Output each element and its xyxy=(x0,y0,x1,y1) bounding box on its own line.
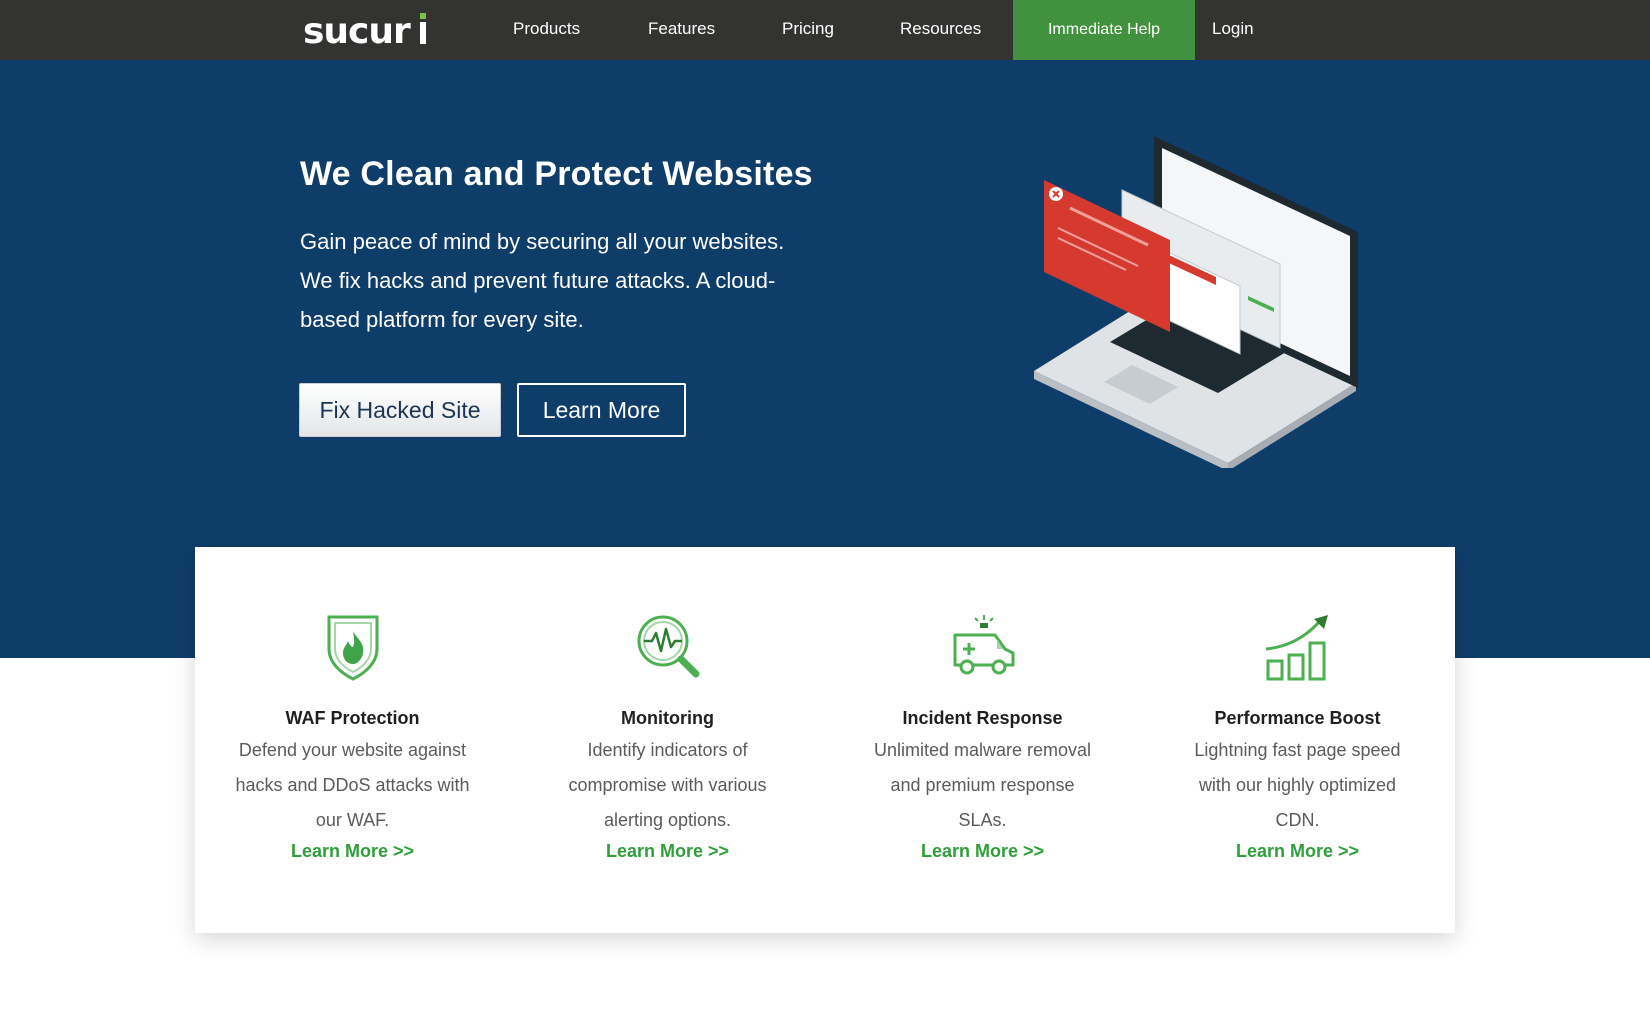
ambulance-icon xyxy=(953,615,1015,675)
feature-learn-more-link[interactable]: Learn More >> xyxy=(825,841,1140,862)
feature-learn-more-link[interactable]: Learn More >> xyxy=(1140,841,1455,862)
feature-title: Incident Response xyxy=(902,708,1063,728)
sucuri-logo[interactable]: sucur xyxy=(303,10,435,50)
laptop-illustration xyxy=(1034,136,1358,468)
features-card: WAF Protection Defend your website again… xyxy=(195,547,1455,933)
growth-chart-icon xyxy=(1265,615,1328,681)
feature-description: Lightning fast page speed with our highl… xyxy=(1194,740,1401,830)
feature-title: Performance Boost xyxy=(1214,708,1381,728)
magnifier-pulse-icon xyxy=(637,615,700,678)
feature-performance-boost: Performance Boost Lightning fast page sp… xyxy=(1140,547,1455,933)
feature-incident-response: Incident Response Unlimited malware remo… xyxy=(825,547,1140,933)
feature-monitoring: Monitoring Identify indicators of compro… xyxy=(510,547,825,933)
shield-fire-icon xyxy=(327,615,379,681)
top-navigation: sucur Products Features Pricing Resource… xyxy=(0,0,1650,61)
nav-login[interactable]: Login xyxy=(1212,0,1254,60)
nav-features[interactable]: Features xyxy=(648,0,715,60)
immediate-help-button[interactable]: Immediate Help xyxy=(1013,0,1195,61)
fix-hacked-site-button[interactable]: Fix Hacked Site xyxy=(299,383,501,437)
feature-learn-more-link[interactable]: Learn More >> xyxy=(195,841,510,862)
hero-description: Gain peace of mind by securing all your … xyxy=(300,229,785,332)
nav-products[interactable]: Products xyxy=(513,0,580,60)
feature-title: WAF Protection xyxy=(285,708,420,728)
nav-pricing[interactable]: Pricing xyxy=(782,0,834,60)
feature-waf-protection: WAF Protection Defend your website again… xyxy=(195,547,510,933)
learn-more-button[interactable]: Learn More xyxy=(517,383,686,437)
feature-description: Identify indicators of compromise with v… xyxy=(568,740,767,830)
feature-description: Unlimited malware removal and premium re… xyxy=(873,740,1092,830)
feature-learn-more-link[interactable]: Learn More >> xyxy=(510,841,825,862)
feature-title: Monitoring xyxy=(621,708,714,728)
hero-title: We Clean and Protect Websites xyxy=(300,155,813,193)
svg-text:sucur: sucur xyxy=(303,11,411,50)
feature-description: Defend your website against hacks and DD… xyxy=(235,740,470,830)
nav-resources[interactable]: Resources xyxy=(900,0,981,60)
